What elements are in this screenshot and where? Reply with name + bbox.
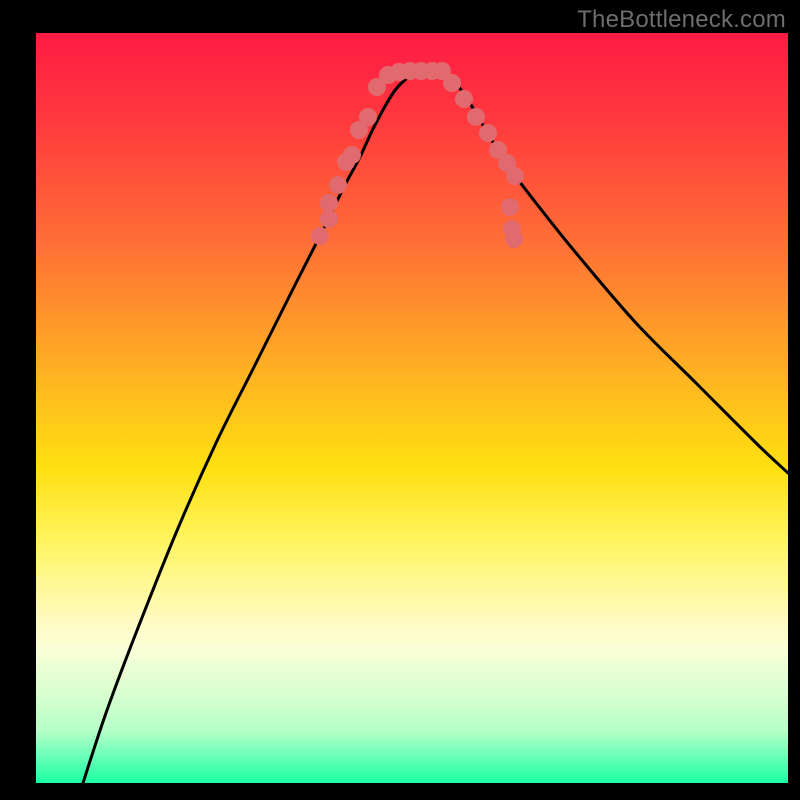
bottleneck-curve (83, 71, 788, 783)
marker-point (506, 167, 524, 185)
marker-point (505, 230, 523, 248)
plot-area (36, 33, 788, 783)
marker-point (479, 124, 497, 142)
marker-point (443, 74, 461, 92)
watermark-label: TheBottleneck.com (577, 6, 786, 34)
marker-point (359, 108, 377, 126)
marker-point (343, 146, 361, 164)
marker-point (320, 194, 338, 212)
marker-point (329, 176, 347, 194)
marker-point (311, 227, 329, 245)
chart-frame: TheBottleneck.com (0, 0, 800, 800)
marker-points (311, 62, 524, 248)
marker-point (455, 90, 473, 108)
marker-point (467, 108, 485, 126)
marker-point (320, 210, 338, 228)
chart-svg (36, 33, 788, 783)
marker-point (501, 198, 519, 216)
